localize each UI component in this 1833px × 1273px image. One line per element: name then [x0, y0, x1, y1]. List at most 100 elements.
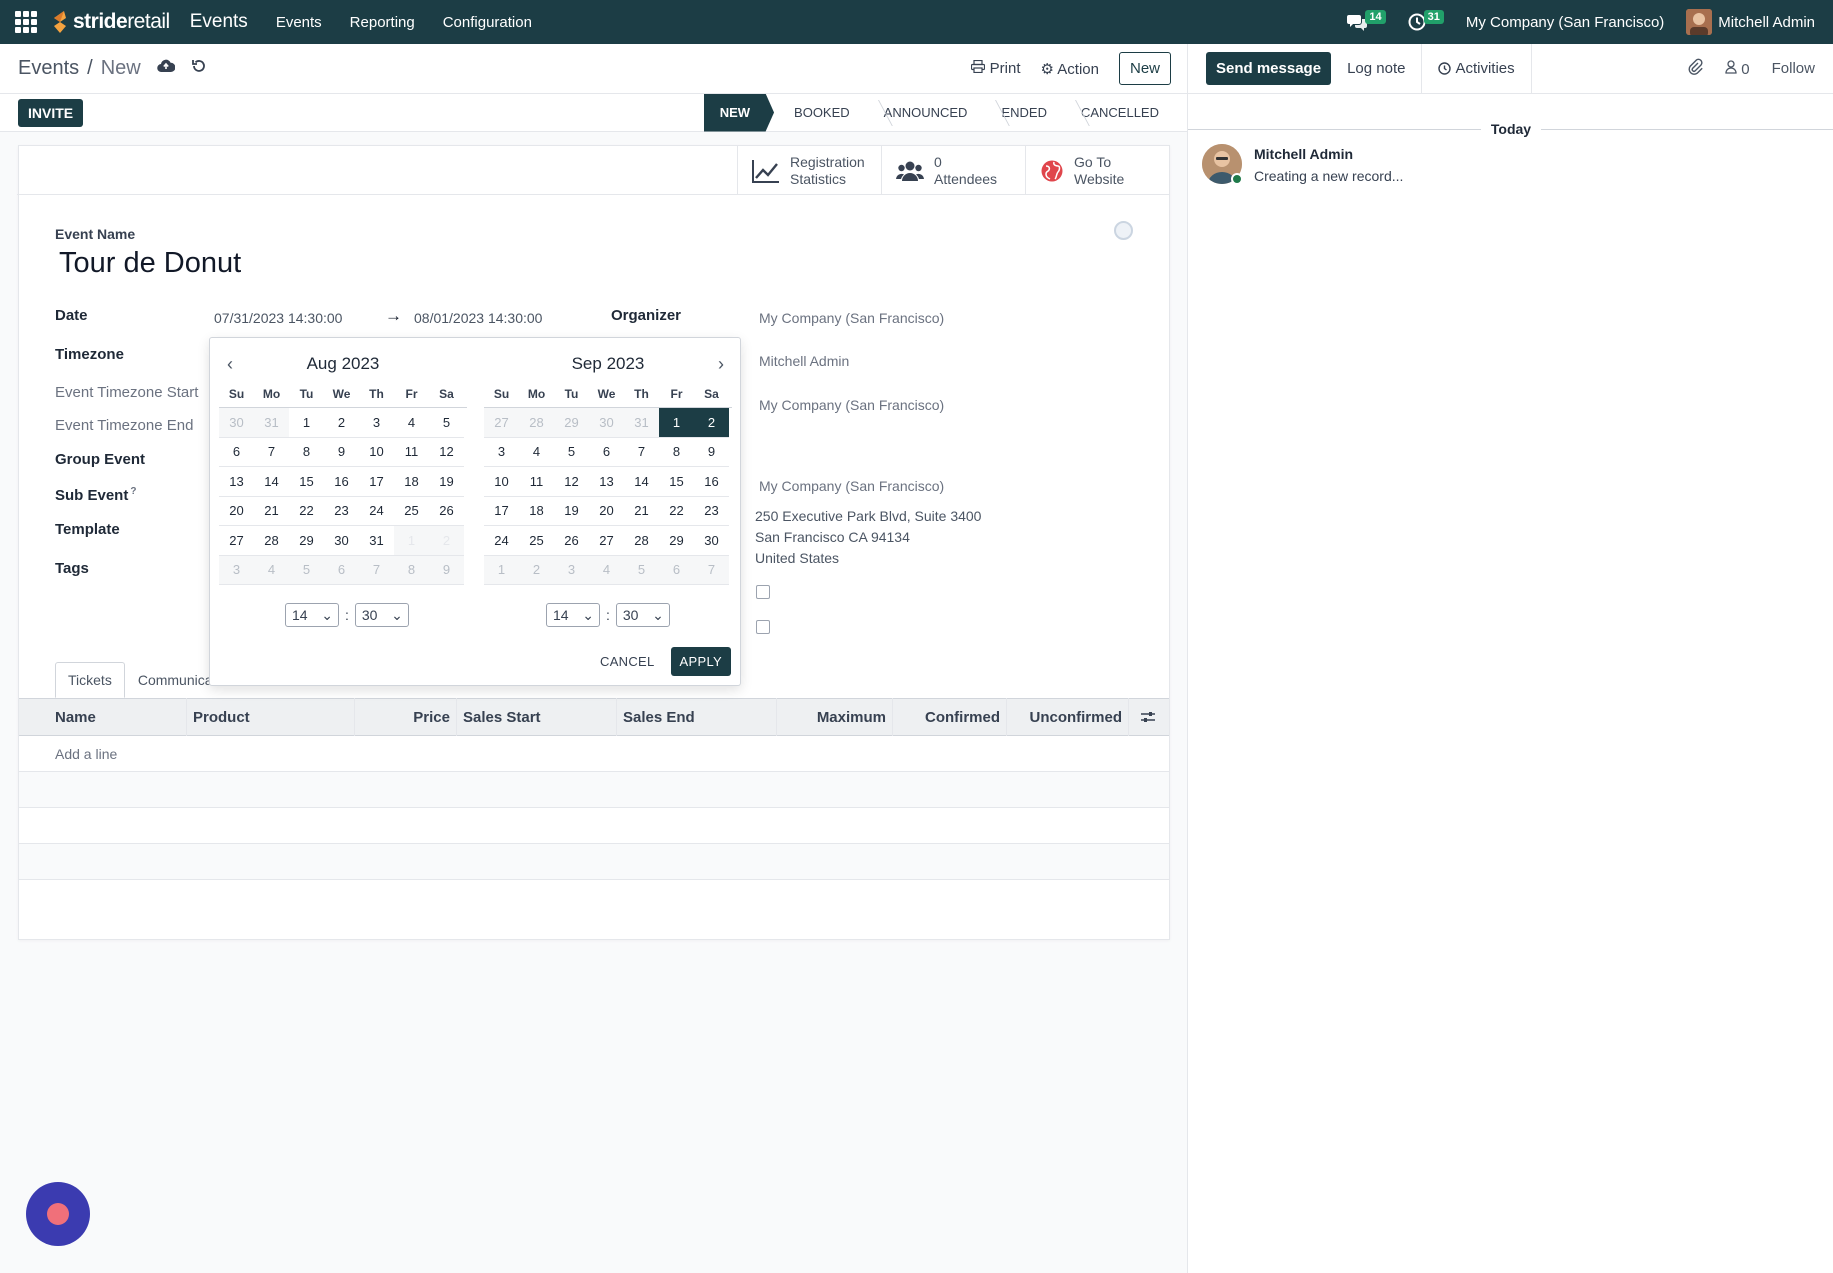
calendar-day[interactable]: 30 [324, 526, 359, 556]
stage-ended[interactable]: ENDED [981, 94, 1061, 132]
calendar-day[interactable]: 28 [519, 408, 554, 438]
column-settings-icon[interactable] [1129, 698, 1167, 736]
date-end-input[interactable]: 08/01/2023 14:30:00 [414, 310, 542, 326]
calendar-day[interactable]: 6 [589, 438, 624, 467]
calendar-day[interactable]: 4 [519, 438, 554, 467]
col-name[interactable]: Name [19, 698, 187, 736]
col-sales-start[interactable]: Sales Start [457, 698, 617, 736]
calendar-day[interactable]: 10 [359, 438, 394, 467]
calendar-day[interactable]: 11 [394, 438, 429, 467]
organizer-field[interactable]: My Company (San Francisco) [759, 310, 944, 326]
calendar-day[interactable]: 4 [254, 555, 289, 585]
add-line-link[interactable]: Add a line [55, 746, 117, 762]
date-start-input[interactable]: 07/31/2023 14:30:00 [214, 310, 342, 326]
calendar-day[interactable]: 23 [694, 497, 729, 526]
calendar-day[interactable]: 30 [219, 408, 254, 438]
calendar-day[interactable]: 25 [394, 497, 429, 526]
calendar-day[interactable]: 21 [624, 497, 659, 526]
col-price[interactable]: Price [355, 698, 457, 736]
calendar-day[interactable]: 26 [429, 497, 464, 526]
calendar-day[interactable]: 16 [324, 467, 359, 497]
calendar-day[interactable]: 24 [484, 526, 519, 556]
calendar-day[interactable]: 20 [219, 497, 254, 526]
calendar-day[interactable]: 3 [554, 555, 589, 585]
discard-undo-icon[interactable] [191, 58, 207, 79]
calendar-day[interactable]: 6 [659, 555, 694, 585]
calendar-day[interactable]: 13 [589, 467, 624, 497]
calendar-day[interactable]: 18 [394, 467, 429, 497]
prev-month-icon[interactable]: ‹ [227, 354, 233, 375]
calendar-day[interactable]: 1 [289, 408, 324, 438]
menu-events[interactable]: Events [276, 14, 322, 31]
company-switcher[interactable]: My Company (San Francisco) [1466, 14, 1664, 31]
checkbox-option-2[interactable] [756, 620, 770, 634]
breadcrumb-parent[interactable]: Events [18, 57, 79, 80]
save-cloud-icon[interactable] [156, 59, 176, 78]
responsible-field[interactable]: Mitchell Admin [759, 353, 849, 369]
calendar-day[interactable]: 8 [289, 438, 324, 467]
calendar-day[interactable]: 30 [694, 526, 729, 556]
calendar-day[interactable]: 7 [254, 438, 289, 467]
start-minute-select[interactable]: 30 ⌄ [354, 603, 409, 627]
calendar-day[interactable]: 23 [324, 497, 359, 526]
action-button[interactable]: ⚙ Action [1040, 60, 1099, 78]
send-message-button[interactable]: Send message [1206, 52, 1332, 85]
calendar-day[interactable]: 3 [484, 438, 519, 467]
calendar-day[interactable]: 15 [289, 467, 324, 497]
help-tooltip-icon[interactable]: ? [130, 486, 136, 497]
calendar-day[interactable]: 1 [484, 555, 519, 585]
calendar-day[interactable]: 11 [519, 467, 554, 497]
calendar-day[interactable]: 27 [219, 526, 254, 556]
calendar-day[interactable]: 20 [589, 497, 624, 526]
calendar-day[interactable]: 7 [359, 555, 394, 585]
calendar-day[interactable]: 14 [624, 467, 659, 497]
start-hour-select[interactable]: 14 ⌄ [285, 603, 339, 627]
calendar-day[interactable]: 16 [694, 467, 729, 497]
col-unconfirmed[interactable]: Unconfirmed [1007, 698, 1129, 736]
calendar-day[interactable]: 2 [694, 408, 729, 438]
calendar-day[interactable]: 9 [324, 438, 359, 467]
col-product[interactable]: Product [187, 698, 355, 736]
calendar-day[interactable]: 12 [429, 438, 464, 467]
calendar-day[interactable]: 26 [554, 526, 589, 556]
calendar-day[interactable]: 3 [359, 408, 394, 438]
tab-tickets[interactable]: Tickets [55, 662, 125, 698]
calendar-day[interactable]: 31 [359, 526, 394, 556]
cancel-button[interactable]: CANCEL [600, 654, 655, 669]
calendar-day[interactable]: 6 [219, 438, 254, 467]
calendar-day[interactable]: 27 [589, 526, 624, 556]
calendar-day[interactable]: 22 [289, 497, 324, 526]
checkbox-option-1[interactable] [756, 585, 770, 599]
stage-new[interactable]: NEW [703, 93, 775, 132]
calendar-day[interactable]: 29 [554, 408, 589, 438]
activities-systray[interactable]: 31 [1408, 10, 1444, 31]
user-menu[interactable]: Mitchell Admin [1686, 9, 1815, 35]
author-avatar[interactable] [1202, 144, 1243, 185]
followers-button[interactable]: 0 [1725, 59, 1750, 78]
calendar-day[interactable]: 17 [359, 467, 394, 497]
calendar-day[interactable]: 9 [429, 555, 464, 585]
calendar-day[interactable]: 3 [219, 555, 254, 585]
paperclip-icon[interactable] [1687, 58, 1703, 80]
calendar-day[interactable]: 27 [484, 408, 519, 438]
apps-grid-icon[interactable] [14, 10, 38, 34]
calendar-day[interactable]: 29 [659, 526, 694, 556]
messages-systray[interactable]: 14 [1347, 10, 1386, 31]
col-sales-end[interactable]: Sales End [617, 698, 777, 736]
calendar-day[interactable]: 25 [519, 526, 554, 556]
calendar-day[interactable]: 31 [624, 408, 659, 438]
calendar-day[interactable]: 2 [429, 526, 464, 556]
follow-button[interactable]: Follow [1772, 60, 1815, 77]
log-note-button[interactable]: Log note [1331, 43, 1423, 94]
next-month-icon[interactable]: › [718, 354, 724, 375]
calendar-day[interactable]: 4 [394, 408, 429, 438]
event-name-input[interactable]: Tour de Donut [59, 247, 241, 280]
priority-toggle[interactable] [1114, 221, 1133, 240]
calendar-day[interactable]: 28 [254, 526, 289, 556]
calendar-day[interactable]: 22 [659, 497, 694, 526]
invite-button[interactable]: INVITE [18, 98, 84, 127]
calendar-day[interactable]: 17 [484, 497, 519, 526]
calendar-day[interactable]: 12 [554, 467, 589, 497]
calendar-day[interactable]: 15 [659, 467, 694, 497]
calendar-day[interactable]: 5 [554, 438, 589, 467]
